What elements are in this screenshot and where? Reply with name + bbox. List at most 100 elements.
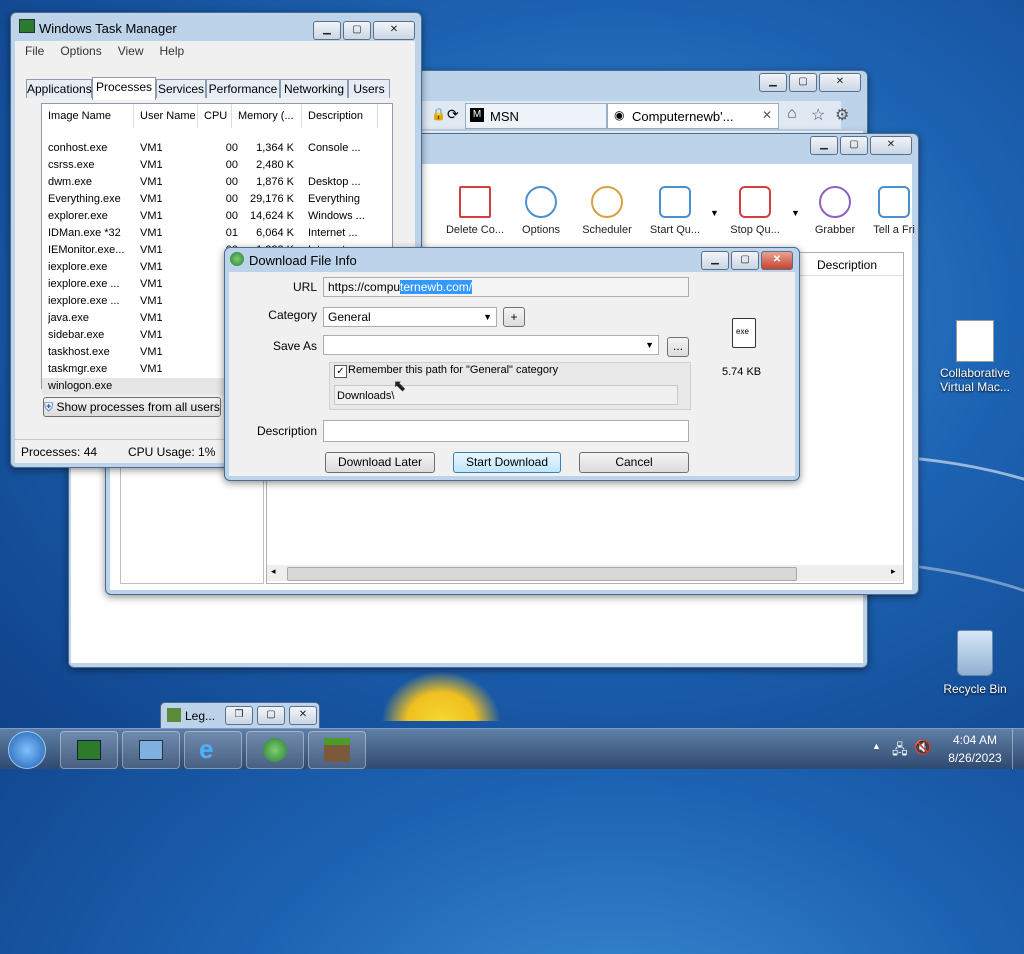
taskbar-remote-desktop[interactable] <box>122 731 180 769</box>
scrollbar-thumb[interactable] <box>287 567 797 581</box>
menu-file[interactable]: File <box>25 44 44 58</box>
column-description[interactable]: Description <box>817 258 877 272</box>
scroll-left-icon[interactable]: ◂ <box>271 566 276 577</box>
table-cell: VM1 <box>140 295 163 307</box>
remember-path-label: Remember this path for "General" categor… <box>348 364 559 376</box>
download-later-button[interactable]: Download Later <box>325 452 435 473</box>
menu-view[interactable]: View <box>118 44 144 58</box>
minimize-button[interactable]: ▁ <box>313 21 341 40</box>
network-icon[interactable]: 🖧 <box>892 739 908 763</box>
menu-options[interactable]: Options <box>60 44 101 58</box>
home-icon[interactable]: ⌂ <box>787 105 797 123</box>
start-button[interactable] <box>8 731 46 769</box>
close-button[interactable]: ✕ <box>373 21 415 40</box>
minimize-button[interactable]: ▁ <box>759 73 787 92</box>
clock-date[interactable]: 8/26/2023 <box>946 751 1004 765</box>
url-field[interactable]: https://computernewb.com/ <box>323 277 689 297</box>
taskbar-preview-legacy[interactable]: Leg... ❐ ▢ ✕ <box>160 702 320 730</box>
start-download-button[interactable]: Start Download <box>453 452 561 473</box>
tab-computernewb[interactable]: ◉ Computernewb'... ✕ <box>607 103 779 129</box>
column-description[interactable]: Description <box>302 104 378 128</box>
desktop-icon-recycle-bin[interactable]: Recycle Bin <box>930 630 1020 696</box>
table-cell: iexplore.exe <box>48 261 108 273</box>
toolbar-start-queue[interactable]: Start Qu... <box>640 186 710 236</box>
url-label: URL <box>292 280 317 294</box>
column-memory[interactable]: Memory (... <box>232 104 302 128</box>
table-row[interactable]: Everything.exe VM1 00 29,176 K Everything <box>42 191 378 208</box>
saveas-label: Save As <box>272 339 317 353</box>
saveas-field[interactable]: ▼ <box>323 335 659 355</box>
table-row[interactable]: conhost.exe VM1 00 1,364 K Console ... <box>42 140 378 157</box>
table-cell: 00 <box>225 159 238 171</box>
close-button[interactable]: ✕ <box>870 136 912 155</box>
menu-help[interactable]: Help <box>160 44 185 58</box>
taskbar-task-manager[interactable] <box>60 731 118 769</box>
table-row[interactable]: dwm.exe VM1 00 1,876 K Desktop ... <box>42 174 378 191</box>
url-selected-text: ternewb.com/ <box>400 280 473 294</box>
tab-services[interactable]: Services <box>156 79 206 98</box>
maximize-button[interactable]: ▢ <box>840 136 868 155</box>
taskbar-internet-explorer[interactable]: e <box>184 731 242 769</box>
toolbar-options[interactable]: Options <box>506 186 576 236</box>
table-row[interactable]: IDMan.exe *32 VM1 01 6,064 K Internet ... <box>42 225 378 242</box>
column-cpu[interactable]: CPU <box>198 104 232 128</box>
maximize-button[interactable]: ▢ <box>257 706 285 725</box>
gear-icon[interactable]: ⚙ <box>835 105 849 125</box>
chevron-down-icon: ▼ <box>645 340 654 350</box>
table-cell: 29,176 K <box>249 193 294 205</box>
table-row[interactable]: csrss.exe VM1 00 2,480 K <box>42 157 378 174</box>
tab-networking[interactable]: Networking <box>280 79 348 98</box>
tab-close-icon[interactable]: ✕ <box>762 108 772 122</box>
close-button[interactable]: ✕ <box>761 251 793 270</box>
toolbar-tell-a-friend[interactable]: Tell a Fri <box>866 186 922 236</box>
monitor-icon <box>139 740 163 760</box>
remember-path-checkbox[interactable]: ✓ <box>334 365 347 378</box>
horizontal-scrollbar[interactable]: ◂ ▸ <box>267 565 903 581</box>
cancel-button[interactable]: Cancel <box>579 452 689 473</box>
toolbar-stop-queue[interactable]: Stop Qu... <box>720 186 790 236</box>
table-row[interactable]: explorer.exe VM1 00 14,624 K Windows ... <box>42 208 378 225</box>
description-field[interactable] <box>323 420 689 442</box>
taskbar-minecraft[interactable] <box>308 731 366 769</box>
refresh-icon[interactable]: ⟳ <box>447 106 459 123</box>
toolbar-scheduler[interactable]: Scheduler <box>572 186 642 236</box>
browse-button[interactable]: ... <box>667 337 689 357</box>
gear-icon <box>525 186 557 218</box>
close-button[interactable]: ✕ <box>289 706 317 725</box>
maximize-button[interactable]: ▢ <box>789 73 817 92</box>
minimize-button[interactable]: ▁ <box>701 251 729 270</box>
tab-msn[interactable]: M MSN <box>465 103 607 129</box>
toolbar-delete-completed[interactable]: Delete Co... <box>440 186 510 236</box>
toolbar-label: Scheduler <box>582 224 632 236</box>
table-cell: iexplore.exe ... <box>48 295 120 307</box>
clock-time[interactable]: 4:04 AM <box>948 733 1002 747</box>
tab-performance[interactable]: Performance <box>206 79 280 98</box>
maximize-button[interactable]: ▢ <box>343 21 371 40</box>
category-select[interactable]: General ▼ <box>323 307 497 327</box>
idm-globe-icon <box>263 738 287 762</box>
volume-muted-icon[interactable]: 🔇 <box>914 739 931 756</box>
column-image-name[interactable]: Image Name <box>42 104 134 128</box>
scroll-right-icon[interactable]: ▸ <box>891 566 896 577</box>
minimize-button[interactable]: ▁ <box>810 136 838 155</box>
close-button[interactable]: ✕ <box>819 73 861 92</box>
column-user-name[interactable]: User Name <box>134 104 198 128</box>
show-desktop-button[interactable] <box>1012 729 1024 769</box>
category-value: General <box>328 310 371 324</box>
tab-processes[interactable]: Processes <box>92 77 156 100</box>
dropdown-arrow-icon[interactable]: ▼ <box>791 208 800 218</box>
table-cell: VM1 <box>140 159 163 171</box>
show-all-processes-button[interactable]: ⛨ Show processes from all users <box>43 397 221 417</box>
add-category-button[interactable]: + <box>503 307 525 327</box>
toolbar-grabber[interactable]: Grabber <box>800 186 870 236</box>
ie-icon: e <box>199 734 214 764</box>
maximize-button[interactable]: ▢ <box>731 251 759 270</box>
tab-applications[interactable]: Applications <box>26 79 92 98</box>
restore-button[interactable]: ❐ <box>225 706 253 725</box>
favorites-star-icon[interactable]: ☆ <box>811 105 825 125</box>
show-hidden-icons-icon[interactable]: ▲ <box>872 741 881 751</box>
dropdown-arrow-icon[interactable]: ▼ <box>710 208 719 218</box>
desktop-icon-collaborative-vm[interactable]: Collaborative Virtual Mac... <box>930 320 1020 394</box>
tab-users[interactable]: Users <box>348 79 390 98</box>
taskbar-idm[interactable] <box>246 731 304 769</box>
